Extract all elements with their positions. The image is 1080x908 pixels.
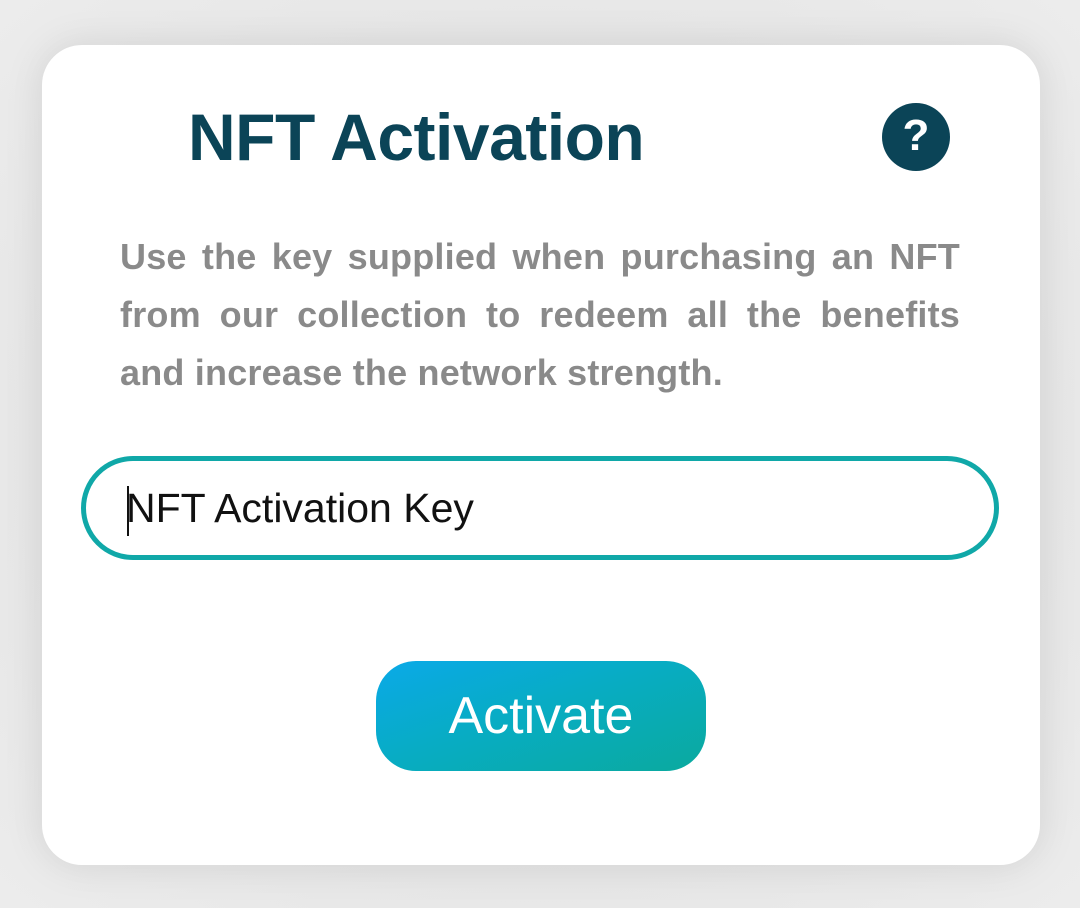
dialog-description: Use the key supplied when purchasing an …	[120, 236, 960, 393]
activation-key-field[interactable]	[81, 456, 999, 560]
help-button[interactable]: ?	[882, 103, 950, 171]
activate-button[interactable]: Activate	[376, 661, 706, 771]
activation-key-input[interactable]	[126, 461, 966, 555]
dialog-title: NFT Activation	[188, 100, 645, 174]
screen-backdrop: NFT Activation ? Use the key supplied wh…	[0, 0, 1080, 908]
nft-activation-dialog: NFT Activation ? Use the key supplied wh…	[42, 45, 1040, 865]
question-mark-icon: ?	[902, 111, 930, 160]
